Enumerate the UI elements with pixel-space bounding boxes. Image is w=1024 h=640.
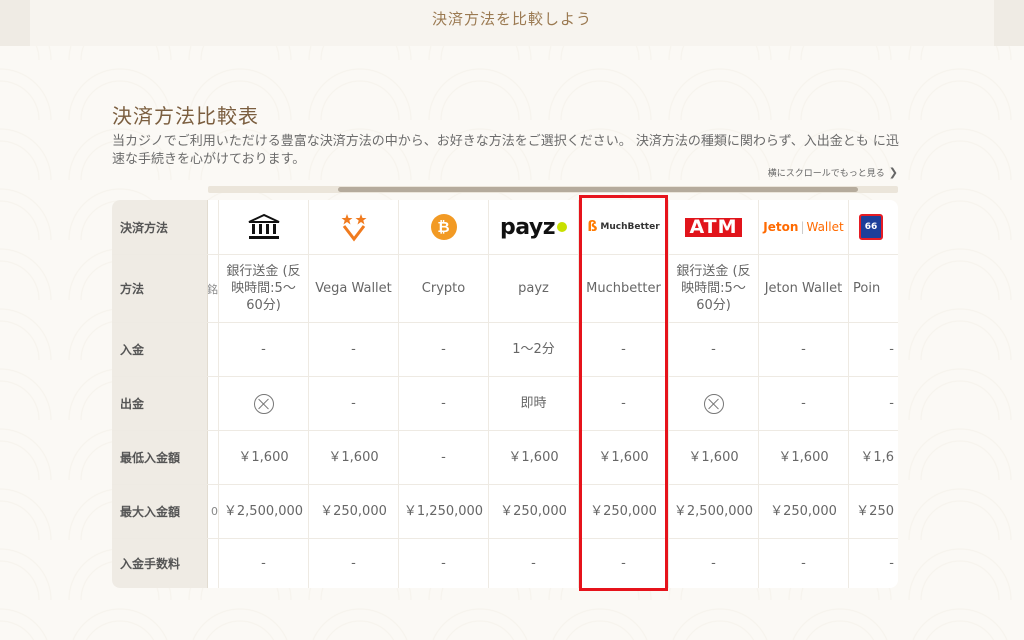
highlight-box-muchbetter: [579, 195, 668, 591]
table-cell: -: [309, 323, 399, 376]
bitcoin-logo: ₿: [399, 200, 489, 254]
table-cell: ￥2,500,000: [669, 485, 759, 538]
table-cell: -: [219, 323, 309, 376]
row-header: 最大入金額: [112, 485, 208, 538]
table-cell: -: [759, 377, 849, 430]
x-circle-icon: [253, 393, 274, 414]
route66-icon: 66: [859, 214, 883, 240]
jeton-wordmark: Jeton: [763, 219, 799, 234]
scroll-hint[interactable]: 横にスクロールでもっと見る ❯: [768, 166, 898, 179]
point66-logo: 66: [849, 200, 898, 254]
row-header: 方法: [112, 255, 208, 322]
table-cell: ￥1,600: [309, 431, 399, 484]
partial-cell: 0: [208, 485, 219, 538]
table-cell: ￥250,000: [489, 485, 579, 538]
atm-wordmark: ATM: [685, 217, 742, 237]
table-cell: Vega Wallet: [309, 255, 399, 322]
vega-wallet-logo: [309, 200, 399, 254]
table-row-deposit-fee: 入金手数料 - - - - - - - -: [112, 539, 898, 588]
scroll-hint-label: 横にスクロールでもっと見る: [767, 169, 885, 179]
table-cell: -: [669, 539, 759, 588]
table-cell: ￥1,600: [489, 431, 579, 484]
table-cell: ￥1,600: [759, 431, 849, 484]
table-cell: payz: [489, 255, 579, 322]
table-cell: ￥2,500,000: [219, 485, 309, 538]
table-cell: -: [309, 539, 399, 588]
row-header: 入金手数料: [112, 539, 208, 588]
payz-dot-icon: [557, 222, 568, 232]
table-row-min-deposit: 最低入金額 ￥1,600 ￥1,600 - ￥1,600 ￥1,600 ￥1,6…: [112, 431, 898, 485]
table-cell: -: [399, 431, 489, 484]
table-cell: ￥1,600: [219, 431, 309, 484]
table-cell: -: [399, 323, 489, 376]
table-cell: ￥250: [849, 485, 898, 538]
table-row-withdrawal: 出金 - - 即時 - - -: [112, 377, 898, 431]
table-row-max-deposit: 最大入金額 0 ￥2,500,000 ￥250,000 ￥1,250,000 ￥…: [112, 485, 898, 539]
table-cell: 即時: [489, 377, 579, 430]
row-header: 出金: [112, 377, 208, 430]
payz-logo: payz: [489, 200, 579, 254]
table-cell: Poin: [849, 255, 898, 322]
table-cell: 銀行送金 (反映時間:5〜60分): [669, 255, 759, 322]
table-cell: -: [849, 377, 898, 430]
table-cell: ￥1,600: [669, 431, 759, 484]
table-cell: -: [399, 539, 489, 588]
atm-logo: ATM: [669, 200, 759, 254]
table-cell: -: [399, 377, 489, 430]
table-cell: -: [849, 323, 898, 376]
section-description: 当カジノでご利用いただける豊富な決済方法の中から、お好きな方法をご選択ください。…: [112, 134, 899, 167]
table-cell: -: [219, 539, 309, 588]
table-cell: -: [759, 323, 849, 376]
table-row-logos: 決済方法 ₿ payz ß MuchBetter ATM Jeton | Wal…: [112, 200, 898, 255]
section-title: 決済方法比較表: [112, 104, 259, 128]
table-cell: ￥250,000: [759, 485, 849, 538]
row-header: 最低入金額: [112, 431, 208, 484]
table-cell: [669, 377, 759, 430]
payz-wordmark: payz: [499, 214, 556, 240]
row-header: 決済方法: [112, 200, 208, 254]
table-cell: -: [759, 539, 849, 588]
horizontal-scrollbar[interactable]: [208, 186, 898, 193]
table-cell: Crypto: [399, 255, 489, 322]
table-cell: 銀行送金 (反映時間:5〜60分): [219, 255, 309, 322]
header-bar: 決済方法を比較しよう: [0, 0, 1024, 46]
table-cell: -: [849, 539, 898, 588]
comparison-section: 決済方法比較表 当カジノでご利用いただける豊富な決済方法の中から、お好きな方法を…: [112, 100, 902, 591]
table-cell: [219, 377, 309, 430]
x-circle-icon: [703, 393, 724, 414]
wallet-wordmark: Wallet: [806, 219, 844, 234]
table-cell: -: [669, 323, 759, 376]
chevron-right-icon: ❯: [888, 166, 898, 179]
table-row-method: 方法 銘 銀行送金 (反映時間:5〜60分) Vega Wallet Crypt…: [112, 255, 898, 323]
bitcoin-icon: ₿: [430, 214, 457, 240]
table-cell: -: [489, 539, 579, 588]
table-cell: -: [309, 377, 399, 430]
vega-star-icon: [341, 214, 366, 242]
table-cell: Jeton Wallet: [759, 255, 849, 322]
jeton-wallet-logo: Jeton | Wallet: [759, 200, 849, 254]
bank-icon: [248, 213, 279, 239]
row-header: 入金: [112, 323, 208, 376]
bank-logo: [219, 200, 309, 254]
partial-cell: 銘: [208, 255, 219, 322]
table-cell: ￥1,6: [849, 431, 898, 484]
page-title: 決済方法を比較しよう: [431, 10, 592, 28]
scrollbar-thumb[interactable]: [338, 187, 858, 192]
table-cell: 1〜2分: [489, 323, 579, 376]
table-cell: ￥1,250,000: [399, 485, 489, 538]
comparison-table[interactable]: 決済方法 ₿ payz ß MuchBetter ATM Jeton | Wal…: [112, 200, 898, 588]
table-cell: ￥250,000: [309, 485, 399, 538]
table-row-deposit: 入金 - - - 1〜2分 - - - -: [112, 323, 898, 377]
